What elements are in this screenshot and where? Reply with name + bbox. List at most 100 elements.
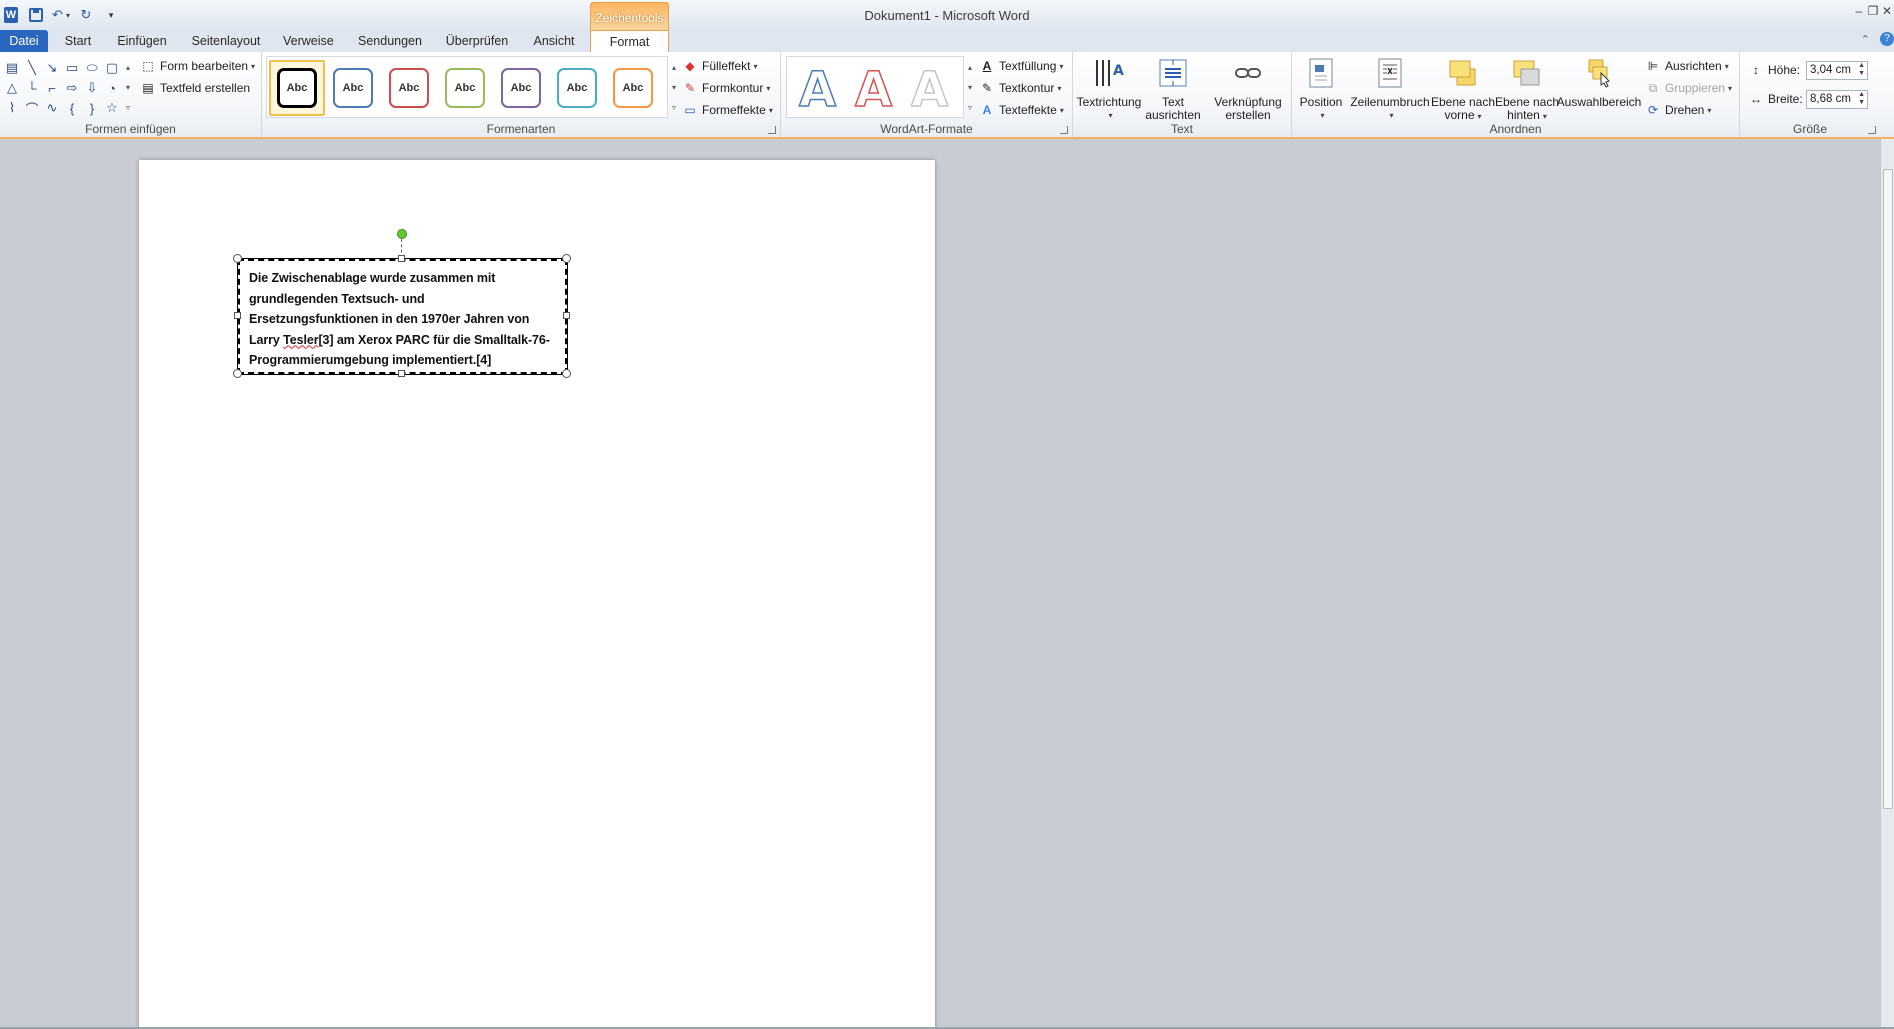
shape-style-4[interactable]: Abc (445, 68, 485, 108)
scribble-shape-icon[interactable]: ∿ (42, 98, 62, 118)
elbow-arrow-shape-icon[interactable]: ⌐ (42, 78, 62, 98)
callout-shape-icon[interactable]: ◔ (102, 78, 122, 98)
rounded-rect-shape-icon[interactable]: ▢ (102, 58, 122, 78)
tab-sendungen[interactable]: Sendungen (358, 30, 422, 52)
breite-label-row: ↔ Breite: (1750, 92, 1803, 106)
minimize-ribbon-icon[interactable]: ⌃ (1861, 33, 1870, 46)
form-bearbeiten-button[interactable]: ⬚ Form bearbeiten ▾ (140, 56, 255, 76)
drehen-button[interactable]: ⟳ Drehen ▾ (1645, 100, 1711, 120)
tab-verweise[interactable]: Verweise (283, 30, 334, 52)
resize-handle-left[interactable] (234, 312, 241, 319)
resize-handle-bottom-left[interactable] (233, 369, 242, 378)
wordart-dialog-launcher-icon[interactable] (1060, 126, 1068, 134)
textbox-shape-icon[interactable]: ▤ (2, 58, 22, 78)
text-line: Programmierumgebung implementiert.[4] (249, 353, 492, 367)
elbow-connector-shape-icon[interactable]: └ (22, 78, 42, 98)
shape-style-6[interactable]: Abc (557, 68, 597, 108)
resize-handle-top-left[interactable] (233, 254, 242, 263)
align-text-icon (1156, 56, 1190, 90)
gruppieren-button[interactable]: ⧉ Gruppieren ▾ (1645, 78, 1732, 98)
height-icon: ↕ (1753, 63, 1759, 77)
rotation-handle[interactable] (397, 229, 407, 239)
resize-handle-right[interactable] (563, 312, 570, 319)
tab-seitenlayout[interactable]: Seitenlayout (191, 30, 261, 52)
position-button[interactable]: Position ▾ (1296, 56, 1346, 122)
shape-style-7[interactable]: Abc (613, 68, 653, 108)
textfeld-erstellen-button[interactable]: ▤ Textfeld erstellen (140, 78, 250, 98)
down-arrow-shape-icon[interactable]: ⇩ (82, 78, 102, 98)
shapes-gallery-scroll[interactable]: ▴ ▾ ▿ (122, 58, 134, 118)
textfuellung-button[interactable]: A Textfüllung ▾ (979, 56, 1064, 76)
position-icon (1304, 56, 1338, 90)
ribbon: ▤ ╲ ↘ ▭ ⬭ ▢ △ └ ⌐ ⇨ ⇩ ◔ ⌇ ⌒ ∿ { } ☆ ▴ ▾ ▿ … (0, 52, 1894, 138)
right-arrow-shape-icon[interactable]: ⇨ (62, 78, 82, 98)
text-line: Ersetzungsfunktionen in den 1970er Jahre… (249, 312, 530, 326)
help-icon[interactable]: ? (1880, 32, 1894, 46)
oval-shape-icon[interactable]: ⬭ (82, 58, 102, 78)
selected-text-box[interactable]: Die Zwischenablage wurde zusammen mit gr… (237, 258, 568, 375)
minimize-icon[interactable]: – (1852, 4, 1866, 22)
ausrichten-button[interactable]: ⊫ Ausrichten ▾ (1645, 56, 1729, 76)
triangle-shape-icon[interactable]: △ (2, 78, 22, 98)
formenarten-dialog-launcher-icon[interactable] (768, 126, 776, 134)
group-icon: ⧉ (1648, 80, 1658, 95)
fuelleffekt-button[interactable]: ◆ Fülleffekt ▾ (682, 56, 757, 76)
restore-icon[interactable]: ❐ (1866, 4, 1880, 22)
freeform-shape-icon[interactable]: ⌇ (2, 98, 22, 118)
verknuepfung-erstellen-button[interactable]: Verknüpfung erstellen (1211, 56, 1285, 122)
resize-handle-top-right[interactable] (562, 254, 571, 263)
formkontur-button[interactable]: ✎ Formkontur ▾ (682, 78, 770, 98)
resize-handle-bottom-right[interactable] (562, 369, 571, 378)
vertical-scrollbar-thumb[interactable] (1883, 169, 1893, 809)
right-brace-shape-icon[interactable]: } (82, 98, 102, 118)
left-brace-shape-icon[interactable]: { (62, 98, 82, 118)
group-label-formenarten: Formenarten (486, 122, 556, 136)
wordart-style-3[interactable]: A (910, 61, 949, 119)
rectangle-shape-icon[interactable]: ▭ (62, 58, 82, 78)
hoehe-input[interactable]: 3,04 cm ▲ ▼ (1806, 61, 1868, 80)
svg-text:A: A (1113, 63, 1124, 79)
send-backward-icon (1510, 56, 1544, 90)
text-box-content[interactable]: Die Zwischenablage wurde zusammen mit gr… (249, 268, 556, 371)
textrichtung-button[interactable]: A Textrichtung ▾ (1077, 56, 1141, 122)
resize-handle-top[interactable] (398, 255, 405, 262)
wordart-gallery-scroll[interactable]: ▴ ▾ ▿ (964, 58, 976, 118)
tab-ansicht[interactable]: Ansicht (532, 30, 576, 52)
resize-handle-bottom[interactable] (398, 370, 405, 377)
group-label-text: Text (1170, 122, 1193, 136)
groesse-dialog-launcher-icon[interactable] (1868, 126, 1876, 134)
window-controls: – ❐ ✕ (1852, 4, 1894, 22)
hoehe-spinner[interactable]: ▲ ▼ (1858, 62, 1865, 78)
auswahlbereich-button[interactable]: Auswahlbereich (1556, 56, 1642, 109)
ebene-nach-vorne-button[interactable]: Ebene nach vorne ▾ (1427, 56, 1499, 123)
textkontur-button[interactable]: ✎ Textkontur ▾ (979, 78, 1061, 98)
tab-einfuegen[interactable]: Einfügen (115, 30, 169, 52)
curve-shape-icon[interactable]: ⌒ (22, 98, 42, 118)
shape-style-5[interactable]: Abc (501, 68, 541, 108)
text-ausrichten-button[interactable]: Text ausrichten (1145, 56, 1201, 122)
close-icon[interactable]: ✕ (1880, 4, 1894, 22)
tab-datei[interactable]: Datei (0, 30, 48, 52)
vertical-scrollbar[interactable] (1880, 139, 1894, 1029)
paint-bucket-icon: ◆ (685, 59, 695, 73)
formeffekte-button[interactable]: ▭ Formeffekte ▾ (682, 100, 773, 120)
arrow-line-shape-icon[interactable]: ↘ (42, 58, 62, 78)
rotate-icon: ⟳ (1647, 103, 1659, 117)
shape-style-3[interactable]: Abc (389, 68, 429, 108)
tab-start[interactable]: Start (62, 30, 94, 52)
tab-format[interactable]: Format (590, 30, 669, 53)
line-shape-icon[interactable]: ╲ (22, 58, 42, 78)
shape-styles-scroll[interactable]: ▴ ▾ ▿ (668, 58, 680, 118)
wordart-style-2[interactable]: A (854, 61, 893, 119)
shape-style-1[interactable]: Abc (277, 68, 317, 108)
star-shape-icon[interactable]: ☆ (102, 98, 122, 118)
zeilenumbruch-button[interactable]: Zeilenumbruch ▾ (1348, 56, 1432, 122)
texteffekte-button[interactable]: A Texteffekte ▾ (979, 100, 1064, 120)
tab-ueberpruefen[interactable]: Überprüfen (445, 30, 509, 52)
wordart-style-1[interactable]: A (798, 61, 837, 119)
shape-style-2[interactable]: Abc (333, 68, 373, 108)
ebene-nach-hinten-button[interactable]: Ebene nach hinten ▾ (1492, 56, 1562, 123)
text-line: Larry Tesler[3] am Xerox PARC für die Sm… (249, 332, 550, 347)
breite-input[interactable]: 8,68 cm ▲ ▼ (1806, 90, 1868, 109)
breite-spinner[interactable]: ▲ ▼ (1858, 91, 1865, 107)
